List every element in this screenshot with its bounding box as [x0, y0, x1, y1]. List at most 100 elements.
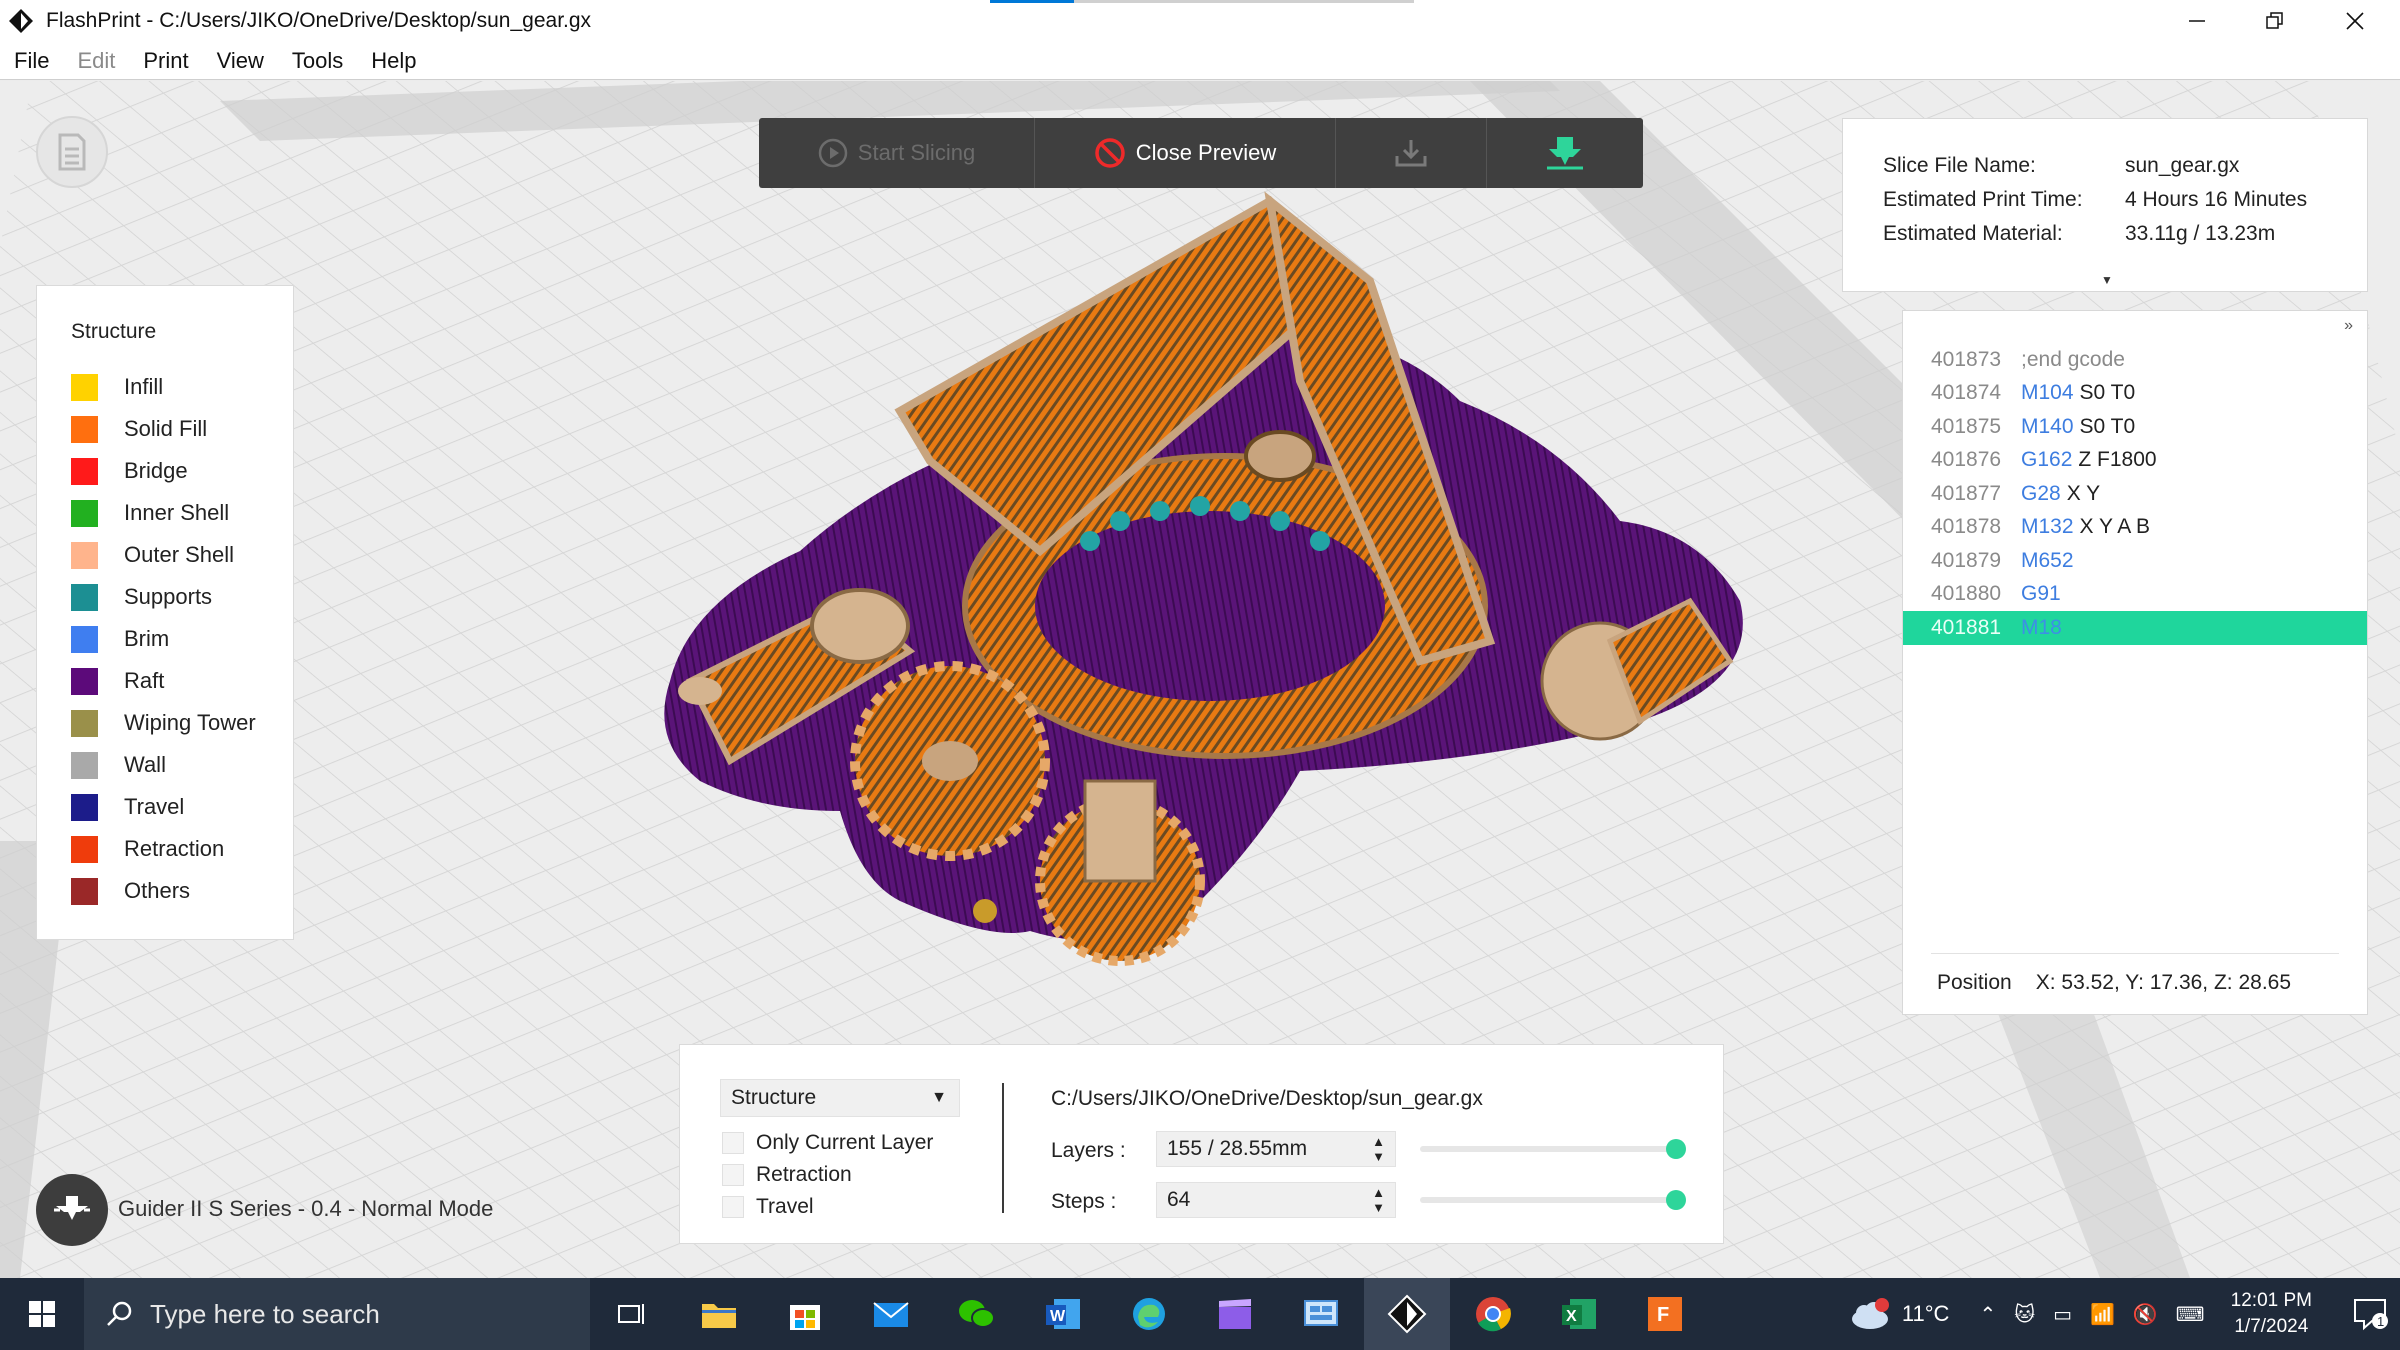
chrome-button[interactable] [1450, 1278, 1536, 1350]
file-info-button[interactable] [36, 116, 108, 188]
steps-slider-handle[interactable] [1666, 1190, 1686, 1210]
legend-item: Bridge [71, 450, 293, 492]
gcode-line[interactable]: 401873 ;end gcode [1903, 343, 2367, 377]
checkbox-box[interactable] [722, 1132, 744, 1154]
view-mode-value: Structure [731, 1086, 817, 1109]
gcode-command: G162 [2021, 448, 2073, 472]
menu-file[interactable]: File [14, 48, 49, 74]
printer-button[interactable] [36, 1174, 108, 1246]
menu-tools[interactable]: Tools [292, 48, 343, 74]
travel-checkbox[interactable]: Travel [722, 1195, 814, 1219]
collapse-caret-icon[interactable]: ▼ [2101, 273, 2113, 287]
battery-icon[interactable]: ▭ [2053, 1302, 2072, 1327]
gcode-line[interactable]: 401878 M132 X Y A B [1903, 511, 2367, 545]
legend-list: Infill Solid Fill Bridge Inner Shell Outer S… [71, 366, 293, 912]
start-slicing-button[interactable]: Start Slicing [759, 118, 1034, 188]
cat-icon[interactable]: 🐱 [2014, 1302, 2035, 1327]
menu-view[interactable]: View [217, 48, 264, 74]
video-editor-button[interactable] [1192, 1278, 1278, 1350]
close-preview-button[interactable]: Close Preview [1035, 118, 1335, 188]
menu-edit[interactable]: Edit [77, 48, 115, 74]
speaker-muted-icon[interactable]: 🔇 [2133, 1302, 2158, 1327]
notifications-button[interactable]: 1 [2340, 1297, 2400, 1331]
gcode-arguments: ;end gcode [2021, 347, 2125, 371]
legend-label: Solid Fill [124, 416, 208, 441]
start-slicing-label: Start Slicing [857, 140, 976, 165]
legend-item: Wiping Tower [71, 702, 293, 744]
control-panel-button[interactable] [1278, 1278, 1364, 1350]
file-explorer-button[interactable] [676, 1278, 762, 1350]
legend-label: Wiping Tower [124, 710, 256, 735]
word-button[interactable]: W [1020, 1278, 1106, 1350]
start-button[interactable] [0, 1278, 84, 1350]
layers-slider[interactable] [1420, 1139, 1686, 1159]
clapperboard-icon [1219, 1299, 1251, 1329]
store-icon [790, 1305, 820, 1330]
mail-button[interactable] [848, 1278, 934, 1350]
only-current-layer-checkbox[interactable]: Only Current Layer [722, 1131, 933, 1155]
gcode-line[interactable]: 401879 M652 [1903, 544, 2367, 578]
edge-button[interactable] [1106, 1278, 1192, 1350]
export-button[interactable] [1336, 118, 1486, 188]
gcode-line[interactable]: 401875 M140 S0 T0 [1903, 410, 2367, 444]
steps-slider[interactable] [1420, 1190, 1686, 1210]
steps-spinbox[interactable]: 64 ▲ ▼ [1156, 1182, 1396, 1218]
legend-label: Retraction [124, 836, 225, 861]
chevron-up-icon[interactable]: ⌃ [1979, 1302, 1996, 1327]
slice-file-name-value: sun_gear.gx [2125, 154, 2240, 177]
send-to-printer-button[interactable] [1487, 118, 1642, 188]
taskbar-search-box[interactable]: Type here to search [84, 1278, 590, 1350]
microsoft-store-button[interactable] [762, 1278, 848, 1350]
menu-print[interactable]: Print [143, 48, 188, 74]
weather-widget[interactable]: 11°C [1848, 1297, 1949, 1331]
control-panel-icon [1304, 1300, 1338, 1326]
menu-bar: File Edit Print View Tools Help [0, 42, 2400, 80]
position-separator [1931, 953, 2339, 954]
legend-swatch [71, 709, 98, 737]
gcode-arguments: S0 T0 [2079, 414, 2136, 438]
material-value: 33.11g / 13.23m [2125, 222, 2276, 245]
minimize-button[interactable] [2158, 0, 2236, 42]
legend-swatch [71, 583, 98, 611]
layers-spinbox[interactable]: 155 / 28.55mm ▲ ▼ [1156, 1131, 1396, 1167]
carrier-hub [1244, 430, 1316, 482]
gcode-line[interactable]: 401880 G91 [1903, 578, 2367, 612]
legend-label: Others [124, 878, 191, 903]
wechat-button[interactable] [934, 1278, 1020, 1350]
layers-label: Layers : [1051, 1139, 1126, 1162]
checkbox-box[interactable] [722, 1164, 744, 1186]
task-view-button[interactable] [590, 1278, 676, 1350]
prohibited-icon [1094, 138, 1125, 168]
legend-label: Travel [124, 794, 185, 819]
gcode-line[interactable]: 401881 M18 [1903, 611, 2367, 645]
spin-arrows-icon[interactable]: ▲ ▼ [1372, 1185, 1385, 1215]
left-arm-boss [810, 588, 910, 664]
menu-help[interactable]: Help [371, 48, 416, 74]
gcode-arguments: X Y A B [2079, 515, 2150, 539]
input-method-icon[interactable]: ⌨ [2176, 1302, 2205, 1327]
notification-icon: 1 [2354, 1299, 2388, 1331]
flashprint-taskbar-button[interactable] [1364, 1278, 1450, 1350]
taskbar-clock[interactable]: 12:01 PM 1/7/2024 [2231, 1288, 2312, 1340]
gcode-line[interactable]: 401876 G162 Z F1800 [1903, 444, 2367, 478]
svg-text:F: F [1657, 1304, 1669, 1326]
excel-button[interactable]: X [1536, 1278, 1622, 1350]
gcode-panel: » 401873 ;end gcode 401874 M104 S0 T0 401875 M… [1902, 310, 2368, 1015]
view-mode-select[interactable]: Structure ▼ [720, 1079, 960, 1117]
restore-button[interactable] [2236, 0, 2314, 42]
checkbox-box[interactable] [722, 1196, 744, 1218]
gcode-line[interactable]: 401877 G28 X Y [1903, 477, 2367, 511]
spin-arrows-icon[interactable]: ▲ ▼ [1372, 1134, 1385, 1164]
retraction-checkbox[interactable]: Retraction [722, 1163, 852, 1187]
wifi-icon[interactable]: 📶 [2090, 1302, 2115, 1327]
svg-text:X: X [1566, 1308, 1577, 1325]
layers-slider-handle[interactable] [1666, 1139, 1686, 1159]
slice-file-name-label: Slice File Name: [1883, 154, 2036, 177]
fusion-360-button[interactable]: F [1622, 1278, 1708, 1350]
expand-panel-icon[interactable]: » [2344, 317, 2353, 335]
gcode-line[interactable]: 401874 M104 S0 T0 [1903, 377, 2367, 411]
close-window-button[interactable] [2316, 0, 2394, 42]
gcode-command: G91 [2021, 582, 2061, 606]
gcode-list: 401873 ;end gcode 401874 M104 S0 T0 401875 M14… [1903, 343, 2367, 645]
mail-icon [873, 1302, 909, 1327]
